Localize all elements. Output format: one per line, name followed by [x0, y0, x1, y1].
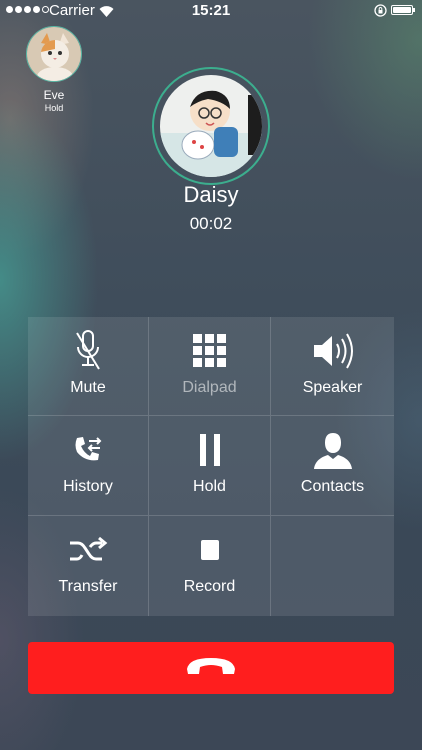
- hold-status-label: Hold: [44, 103, 64, 113]
- hold-caller-name: Eve: [43, 88, 65, 102]
- speaker-button[interactable]: Speaker: [271, 317, 394, 416]
- record-button[interactable]: Record: [149, 516, 271, 616]
- call-duration: 00:02: [189, 214, 233, 233]
- hold-caller-avatar[interactable]: [26, 26, 82, 82]
- transfer-button[interactable]: Transfer: [28, 516, 149, 616]
- speaker-label: Speaker: [302, 379, 363, 396]
- dialpad-button[interactable]: Dialpad: [149, 317, 271, 416]
- caller-name: Daisy: [183, 182, 239, 207]
- cat-avatar-icon: [27, 27, 81, 81]
- dialpad-icon: [149, 331, 270, 371]
- contacts-label: Contacts: [300, 478, 365, 495]
- mute-label: Mute: [70, 379, 106, 396]
- battery-icon: [391, 5, 415, 15]
- mute-button[interactable]: Mute: [28, 317, 149, 416]
- dialpad-label: Dialpad: [182, 379, 237, 396]
- end-call-icon: [185, 656, 237, 681]
- hold-label: Hold: [193, 478, 226, 495]
- record-stop-icon: [149, 530, 270, 570]
- call-history-icon: [28, 430, 148, 470]
- history-label: History: [63, 478, 113, 495]
- status-time: 15:21: [191, 2, 231, 19]
- empty-cell: [271, 516, 394, 616]
- contacts-icon: [271, 430, 394, 470]
- orientation-lock-icon: [374, 4, 387, 21]
- transfer-label: Transfer: [58, 578, 118, 595]
- end-call-button[interactable]: [28, 642, 394, 694]
- pause-icon: [149, 430, 270, 470]
- history-button[interactable]: History: [28, 416, 149, 516]
- call-controls-grid: Mute Dialpad Speaker History Hold Contac…: [28, 317, 394, 616]
- record-label: Record: [183, 578, 236, 595]
- status-bar: Carrier 15:21: [0, 0, 422, 22]
- speaker-icon: [271, 331, 394, 371]
- hold-button[interactable]: Hold: [149, 416, 271, 516]
- contacts-button[interactable]: Contacts: [271, 416, 394, 516]
- cartoon-avatar-icon: [160, 75, 262, 177]
- microphone-off-icon: [28, 330, 148, 371]
- transfer-icon: [28, 530, 148, 570]
- active-caller-avatar: [160, 75, 262, 177]
